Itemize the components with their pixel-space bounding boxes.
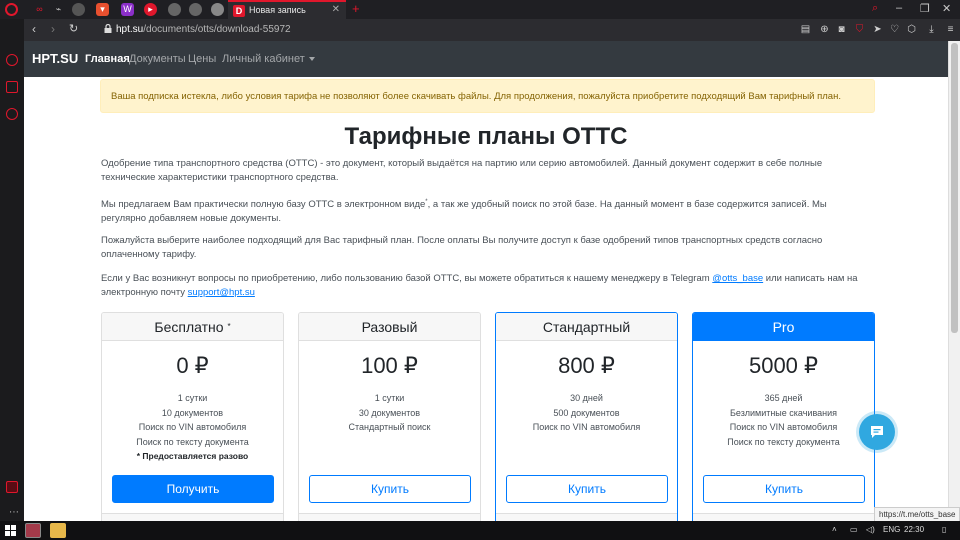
close-tab-icon[interactable]: ✕ — [332, 4, 340, 15]
lock-icon — [104, 24, 112, 33]
mail-tab-icon[interactable]: ▾ — [96, 3, 109, 16]
download-icon[interactable]: ⤓ — [926, 24, 937, 35]
windows-taskbar: ˄ ▭ ◁) ENG 22:30 ▯ — [0, 521, 960, 540]
plan-card-standard: Стандартный 800 ₽ 30 дней 500 документов… — [495, 312, 678, 521]
restore-window-icon[interactable]: ❐ — [920, 2, 930, 15]
active-tab-title: Новая запись — [249, 5, 306, 15]
plan-name: Бесплатно * — [102, 313, 283, 341]
forward-icon[interactable]: › — [51, 22, 55, 36]
card-footer — [299, 513, 480, 521]
shield-icon[interactable]: ⛉ — [854, 24, 865, 35]
globe-tab-icon-2[interactable] — [189, 3, 202, 16]
site-tab-icon[interactable] — [72, 3, 85, 16]
plan-card-free: Бесплатно * 0 ₽ 1 сутки 10 документов По… — [101, 312, 284, 521]
page-scrollbar[interactable] — [948, 41, 960, 521]
wildberries-tab-icon[interactable]: W — [121, 3, 134, 16]
plan-card-single: Разовый 100 ₽ 1 сутки 30 документов Стан… — [298, 312, 481, 521]
sidebar-toggle-icon[interactable] — [6, 481, 18, 493]
plan-features: 30 дней 500 документов Поиск по VIN авто… — [532, 393, 641, 432]
plan-price: 0 ₽ — [176, 353, 209, 378]
close-window-icon[interactable]: ✕ — [942, 2, 951, 15]
plan-features: 365 дней Безлимитные скачивания Поиск по… — [727, 393, 840, 447]
card-footer — [693, 513, 874, 521]
menu-icon[interactable]: ≡ — [945, 24, 956, 35]
box-icon[interactable]: ⬡ — [906, 24, 917, 35]
address-bar: ‹ › ↻ hpt.su/documents/otts/download-559… — [24, 19, 960, 41]
new-tab-button[interactable]: + — [352, 1, 360, 16]
zoom-icon[interactable]: ⊕ — [819, 24, 830, 35]
buy-pro-plan-button[interactable]: Купить — [703, 475, 865, 503]
minimize-window-icon[interactable]: – — [896, 2, 902, 14]
chat-icon — [871, 426, 883, 438]
camera-icon[interactable]: ◙ — [836, 24, 847, 35]
link-status-tooltip: https://t.me/otts_base — [874, 507, 960, 522]
nav-account[interactable]: Личный кабинет — [222, 53, 315, 65]
intro-paragraph-2: Мы предлагаем Вам практически полную баз… — [101, 199, 827, 225]
drive2-favicon-icon: D — [233, 5, 245, 17]
windows-start-icon[interactable] — [5, 525, 16, 536]
plan-features: 1 сутки 10 документов Поиск по VIN автом… — [102, 391, 283, 481]
plan-price: 100 ₽ — [361, 353, 418, 378]
network-icon[interactable]: ▭ — [850, 525, 858, 534]
plan-features: 1 сутки 30 документов Стандартный поиск — [348, 393, 431, 432]
card-footer — [102, 513, 283, 521]
opera-taskbar-icon[interactable] — [25, 523, 41, 538]
notifications-icon[interactable]: ▯ — [942, 525, 946, 534]
opera-logo-icon[interactable] — [5, 3, 18, 16]
plan-price: 5000 ₽ — [748, 353, 819, 378]
plan-name: Pro — [693, 313, 874, 341]
url-field[interactable]: hpt.su/documents/otts/download-55972 — [116, 24, 291, 35]
back-icon[interactable]: ‹ — [32, 22, 36, 36]
intro-paragraph-1: Одобрение типа транспортного средства (О… — [101, 158, 823, 183]
settings-icon[interactable] — [6, 108, 18, 120]
volume-icon[interactable]: ◁) — [866, 525, 875, 534]
chat-button[interactable] — [859, 414, 895, 450]
reader-icon[interactable]: ▤ — [800, 24, 811, 35]
intro-paragraph-4: Если у Вас возникнут вопросы по приобрет… — [101, 273, 858, 298]
youtube-tab-icon[interactable]: ▸ — [144, 3, 157, 16]
current-site-tab-icon[interactable] — [211, 3, 224, 16]
scrollbar-thumb[interactable] — [951, 43, 958, 333]
clock[interactable]: 22:30 — [904, 525, 924, 534]
reload-icon[interactable]: ↻ — [69, 22, 78, 35]
chart-tab-icon[interactable]: ⌁ — [52, 3, 65, 16]
heart-icon[interactable]: ♡ — [889, 24, 900, 35]
gamepad-tab-icon[interactable]: ∞ — [33, 3, 46, 16]
send-icon[interactable]: ➤ — [872, 24, 883, 35]
buy-single-plan-button[interactable]: Купить — [309, 475, 471, 503]
site-brand[interactable]: HPT.SU — [32, 51, 78, 66]
plan-name: Стандартный — [496, 313, 677, 341]
email-link[interactable]: support@hpt.su — [188, 287, 255, 298]
plan-note: * Предоставляется разово — [136, 451, 249, 461]
plan-price: 800 ₽ — [558, 353, 615, 378]
language-indicator[interactable]: ENG — [883, 525, 900, 534]
history-icon[interactable] — [6, 54, 18, 66]
browser-tab-bar: ∞ ⌁ ▾ W ▸ D Новая запись ✕ + ⌕ – ❐ ✕ — [0, 0, 960, 19]
nav-prices[interactable]: Цены — [188, 53, 216, 65]
subscription-alert: Ваша подписка истекла, либо условия тари… — [100, 79, 875, 113]
nav-documents[interactable]: Документы — [129, 53, 186, 65]
dropdown-caret-icon — [308, 57, 315, 62]
active-tab[interactable]: D Новая запись ✕ — [228, 0, 346, 19]
plan-name: Разовый — [299, 313, 480, 341]
plan-card-pro: Pro 5000 ₽ 365 дней Безлимитные скачиван… — [692, 312, 875, 521]
get-free-plan-button[interactable]: Получить — [112, 475, 274, 503]
folder-taskbar-icon[interactable] — [50, 523, 66, 538]
browser-sidebar: ⋯ — [0, 19, 24, 521]
buy-standard-plan-button[interactable]: Купить — [506, 475, 668, 503]
page-title: Тарифные планы ОТТС — [344, 123, 628, 150]
cube-icon[interactable] — [6, 81, 18, 93]
tray-arrow-icon[interactable]: ˄ — [832, 525, 837, 534]
telegram-link[interactable]: @otts_base — [712, 273, 763, 284]
card-footer — [496, 513, 677, 521]
search-tabs-icon[interactable]: ⌕ — [872, 2, 878, 15]
site-navbar: HPT.SU Главная Документы Цены Личный каб… — [24, 41, 948, 77]
intro-paragraph-3: Пожалуйста выберите наиболее подходящий … — [101, 235, 823, 260]
globe-tab-icon[interactable] — [168, 3, 181, 16]
web-page: HPT.SU Главная Документы Цены Личный каб… — [24, 41, 948, 521]
more-icon[interactable]: ⋯ — [9, 507, 19, 518]
nav-home[interactable]: Главная — [85, 53, 130, 65]
